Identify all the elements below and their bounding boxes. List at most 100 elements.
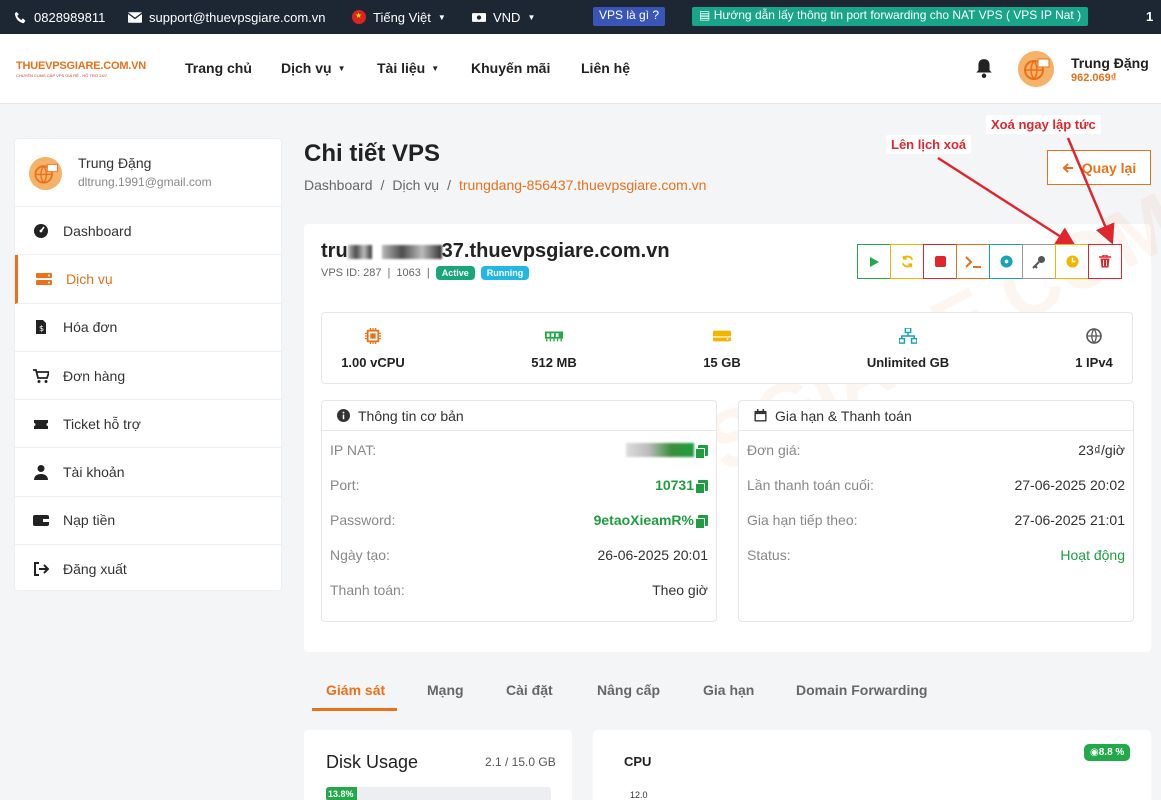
start-button[interactable] <box>857 244 891 279</box>
sidebar-item-orders[interactable]: Đơn hàng <box>15 352 281 401</box>
sidebar-item-label: Ticket hỗ trợ <box>63 415 141 432</box>
password-button[interactable] <box>1022 244 1056 279</box>
spec-cpu-value: 1.00 vCPU <box>341 355 405 370</box>
dashboard-icon <box>34 223 48 238</box>
tab-settings[interactable]: Cài đặt <box>506 682 553 698</box>
cpu-badge-value: 8.8 % <box>1098 747 1125 758</box>
currency-label: VND <box>493 9 521 25</box>
sidebar-item-dashboard[interactable]: Dashboard <box>15 207 281 256</box>
created-value: 26-06-2025 20:01 <box>597 547 708 563</box>
info-label: Port: <box>330 477 360 493</box>
tab-upgrade[interactable]: Nâng cấp <box>597 682 660 698</box>
guide-link-label: Hướng dẫn lấy thông tin port forwarding … <box>713 8 1082 22</box>
cpu-y-tick: 12.0 <box>630 790 648 800</box>
ip-value <box>626 443 708 459</box>
sidebar-item-topup[interactable]: Nạp tiền <box>15 497 281 546</box>
language-selector[interactable]: Tiếng Việt ▼ <box>352 0 446 34</box>
sidebar-user: Trung Đặng dltrung.1991@gmail.com <box>15 139 281 207</box>
password-value-wrap: 9etaoXieamR% <box>594 512 708 529</box>
cpu-usage-badge: ◉8.8 % <box>1084 744 1131 761</box>
tab-network[interactable]: Mạng <box>427 682 464 698</box>
copy-icon[interactable] <box>695 514 708 529</box>
reinstall-button[interactable] <box>989 244 1023 279</box>
breadcrumb-dashboard[interactable]: Dashboard <box>304 177 373 193</box>
billing-row-last-payment: Lần thanh toán cuối: 27-06-2025 20:02 <box>747 475 1125 495</box>
port-value: 10731 <box>655 477 694 493</box>
stop-icon <box>934 256 946 267</box>
port-forwarding-guide-link[interactable]: ▤ Hướng dẫn lấy thông tin port forwardin… <box>692 7 1089 26</box>
top-bar: 0828989811 support@thuevpsgiare.com.vn T… <box>0 0 1161 34</box>
site-logo[interactable]: THUEVPSGIARE.COM.VN CHUYÊN CUNG CẤP VPS … <box>16 60 146 78</box>
breadcrumb-current: trungdang-856437.thuevpsgiare.com.vn <box>458 177 707 193</box>
bell-icon[interactable] <box>975 58 993 78</box>
sidebar-avatar <box>29 157 62 190</box>
logo-text: THUEVPSGIARE.COM.VN <box>16 60 147 72</box>
nav-home[interactable]: Trang chủ <box>185 60 252 76</box>
nav-contact[interactable]: Liên hệ <box>581 60 630 76</box>
restart-button[interactable] <box>890 244 924 279</box>
sidebar-user-email: dltrung.1991@gmail.com <box>78 175 212 189</box>
annotation-schedule-delete: Lên lịch xoá <box>886 135 972 154</box>
spec-ram-value: 512 MB <box>531 355 577 370</box>
info-row-created: Ngày tạo: 26-06-2025 20:01 <box>330 545 708 565</box>
sidebar-item-label: Dịch vụ <box>66 270 113 287</box>
chevron-down-icon: ▼ <box>437 12 446 22</box>
tab-domain-forwarding[interactable]: Domain Forwarding <box>796 682 927 698</box>
server-icon <box>36 272 52 285</box>
copy-icon[interactable] <box>695 444 708 459</box>
back-button[interactable]: Quay lại <box>1047 150 1151 185</box>
sidebar-item-logout[interactable]: Đăng xuất <box>15 545 281 593</box>
billing-panel: Gia hạn & Thanh toán Đơn giá: 23₫/giờ Lầ… <box>738 400 1134 622</box>
header-user-name[interactable]: Trung Đặng <box>1071 55 1149 71</box>
globe-icon <box>1086 328 1102 344</box>
cpu-card <box>593 730 1151 800</box>
phone-contact[interactable]: 0828989811 <box>14 0 105 34</box>
schedule-delete-button[interactable] <box>1055 244 1089 279</box>
breadcrumb-services[interactable]: Dịch vụ <box>392 177 439 193</box>
next-renewal-value: 27-06-2025 21:01 <box>1014 512 1125 528</box>
nav-promotions[interactable]: Khuyến mãi <box>471 60 550 76</box>
user-avatar-icon <box>1018 51 1054 87</box>
console-button[interactable] <box>956 244 990 279</box>
sidebar-item-label: Dashboard <box>63 222 132 239</box>
breadcrumb-separator: / <box>380 177 385 193</box>
sidebar: Trung Đặng dltrung.1991@gmail.com Dashbo… <box>14 138 282 591</box>
envelope-icon <box>128 11 142 23</box>
billing-label: Status: <box>747 547 791 563</box>
vps-id: VPS ID: 287 <box>321 267 382 279</box>
header-avatar[interactable] <box>1018 51 1054 87</box>
sidebar-item-tickets[interactable]: Ticket hỗ trợ <box>15 400 281 449</box>
sidebar-item-account[interactable]: Tài khoản <box>15 448 281 497</box>
currency-selector[interactable]: VND ▼ <box>472 0 535 34</box>
meta-separator: | <box>387 267 391 279</box>
vps-plan-id: 1063 <box>396 267 421 279</box>
redacted-blur <box>381 244 442 259</box>
nav-docs[interactable]: Tài liệu ▼ <box>377 60 439 76</box>
info-label: Password: <box>330 512 396 528</box>
support-email: support@thuevpsgiare.com.vn <box>149 9 326 25</box>
delete-button[interactable] <box>1088 244 1122 279</box>
logo-tagline: CHUYÊN CUNG CẤP VPS GIÁ RẺ - HỖ TRỢ 24/7 <box>16 73 108 78</box>
info-row-ip: IP NAT: <box>330 440 708 460</box>
sidebar-item-label: Đơn hàng <box>63 367 126 384</box>
sidebar-item-invoices[interactable]: $ Hóa đơn <box>15 304 281 352</box>
cart-icon <box>33 368 49 383</box>
disk-usage-value: 2.1 / 15.0 GB <box>485 755 556 769</box>
nav-docs-label: Tài liệu <box>377 60 426 76</box>
stop-button[interactable] <box>923 244 957 279</box>
chevron-down-icon: ▼ <box>527 12 536 22</box>
tab-renewal[interactable]: Gia hạn <box>703 682 754 698</box>
sidebar-item-services[interactable]: Dịch vụ <box>15 255 281 304</box>
billing-label: Đơn giá: <box>747 442 801 458</box>
spec-disk: 15 GB <box>632 312 812 384</box>
nav-services[interactable]: Dịch vụ ▼ <box>281 60 346 76</box>
nav-services-label: Dịch vụ <box>281 60 332 76</box>
vps-info-link[interactable]: VPS là gì ? <box>593 7 666 26</box>
phone-icon <box>14 11 26 23</box>
tab-monitoring[interactable]: Giám sát <box>326 682 385 698</box>
active-tab-indicator <box>312 708 397 711</box>
copy-icon[interactable] <box>695 479 708 494</box>
clock-icon <box>1065 255 1079 268</box>
disk-icon <box>713 330 731 342</box>
email-contact[interactable]: support@thuevpsgiare.com.vn <box>128 0 326 34</box>
